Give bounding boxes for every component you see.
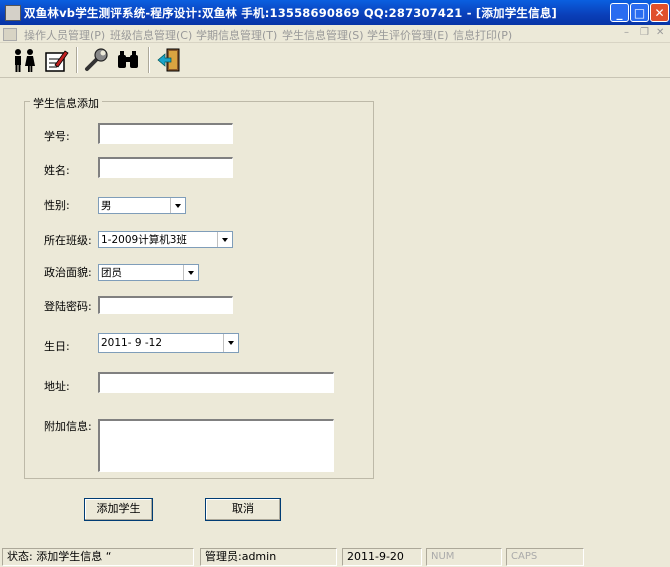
- politics-select[interactable]: 团员: [98, 264, 199, 281]
- politics-label: 政治面貌:: [44, 266, 92, 279]
- gender-select[interactable]: 男: [98, 197, 186, 214]
- toolbar-separator: [148, 47, 150, 73]
- exit-door-icon[interactable]: [155, 46, 183, 74]
- status-state: 状态: 添加学生信息 “: [2, 548, 194, 566]
- mdi-minimize-button[interactable]: –: [624, 27, 629, 38]
- birthday-label: 生日:: [44, 340, 70, 353]
- app-icon: [5, 5, 21, 21]
- politics-value: 团员: [101, 267, 122, 279]
- toolbar: [0, 43, 670, 78]
- close-button[interactable]: ✕: [650, 3, 669, 22]
- menu-evaluations[interactable]: 学生评价管理(E): [367, 27, 449, 43]
- title-bar: 双鱼林vb学生测评系统-程序设计:双鱼林 手机:13558690869 QQ:2…: [0, 0, 670, 26]
- menu-bar: 操作人员管理(P) 班级信息管理(C) 学期信息管理(T) 学生信息管理(S) …: [0, 25, 670, 43]
- status-caps: CAPS: [506, 548, 584, 566]
- address-input[interactable]: [98, 372, 334, 393]
- password-label: 登陆密码:: [44, 300, 92, 313]
- menu-operators[interactable]: 操作人员管理(P): [24, 27, 105, 43]
- menu-students[interactable]: 学生信息管理(S): [282, 27, 364, 43]
- address-label: 地址:: [44, 380, 70, 393]
- edit-document-icon[interactable]: [42, 46, 70, 74]
- status-operator: 管理员:admin: [200, 548, 337, 566]
- class-value: 1-2009计算机3班: [101, 234, 187, 246]
- name-label: 姓名:: [44, 164, 70, 177]
- student-no-input[interactable]: [98, 123, 233, 144]
- binoculars-icon[interactable]: [114, 46, 142, 74]
- mdi-restore-button[interactable]: ❐: [640, 27, 649, 38]
- toolbar-separator: [76, 47, 78, 73]
- password-input[interactable]: [98, 296, 233, 314]
- minimize-button[interactable]: _: [610, 3, 629, 22]
- student-no-label: 学号:: [44, 130, 70, 143]
- gender-label: 性别:: [44, 199, 70, 212]
- window-title: 双鱼林vb学生测评系统-程序设计:双鱼林 手机:13558690869 QQ:2…: [24, 6, 557, 20]
- birthday-picker[interactable]: 2011- 9 -12: [98, 333, 239, 353]
- birthday-value: 2011- 9 -12: [101, 337, 163, 349]
- extra-info-label: 附加信息:: [44, 420, 92, 433]
- group-title: 学生信息添加: [30, 95, 102, 111]
- class-select[interactable]: 1-2009计算机3班: [98, 231, 233, 248]
- maximize-button[interactable]: □: [630, 3, 649, 22]
- mdi-child-icon: [3, 28, 17, 41]
- users-icon[interactable]: [10, 46, 38, 74]
- status-bar: 状态: 添加学生信息 “ 管理员:admin 2011-9-20 NUM CAP…: [0, 545, 670, 567]
- name-input[interactable]: [98, 157, 233, 178]
- menu-print[interactable]: 信息打印(P): [453, 27, 512, 43]
- extra-info-textarea[interactable]: [98, 419, 334, 472]
- menu-terms[interactable]: 学期信息管理(T): [196, 27, 277, 43]
- chevron-down-icon[interactable]: [217, 232, 232, 247]
- menu-classes[interactable]: 班级信息管理(C): [110, 27, 192, 43]
- cancel-button[interactable]: 取消: [205, 498, 281, 521]
- wrench-icon[interactable]: [82, 46, 110, 74]
- mdi-close-button[interactable]: ✕: [656, 27, 664, 38]
- gender-value: 男: [101, 200, 112, 212]
- chevron-down-icon[interactable]: [183, 265, 198, 280]
- class-label: 所在班级:: [44, 234, 92, 247]
- status-num: NUM: [426, 548, 502, 566]
- chevron-down-icon[interactable]: [170, 198, 185, 213]
- add-student-button[interactable]: 添加学生: [84, 498, 153, 521]
- status-date: 2011-9-20: [342, 548, 422, 566]
- chevron-down-icon[interactable]: [223, 334, 238, 352]
